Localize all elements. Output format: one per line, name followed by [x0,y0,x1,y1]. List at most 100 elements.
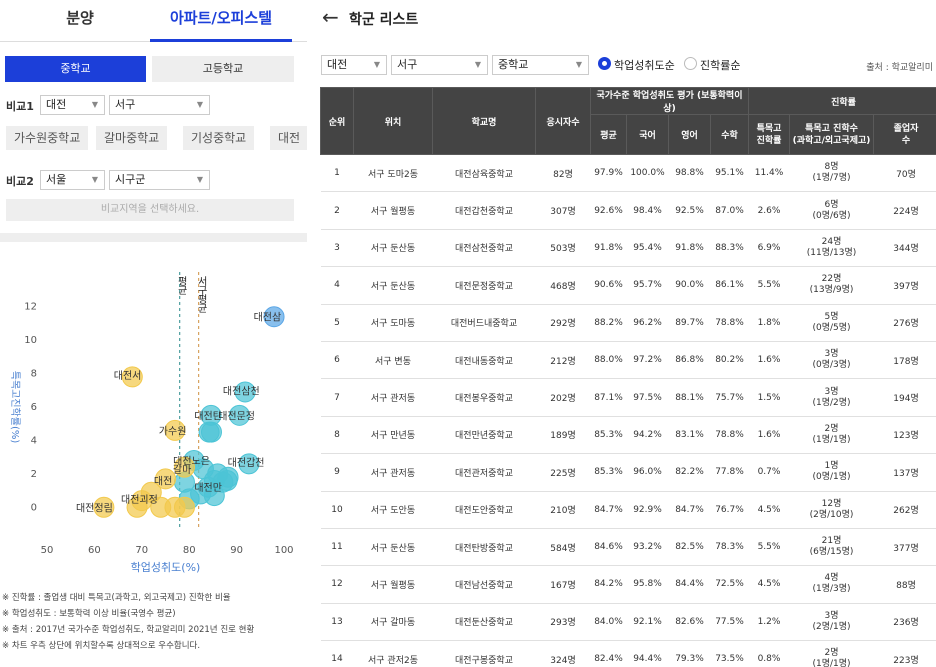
cell-location: 서구 둔산동 [353,229,433,268]
cell-school-name: 대전만년중학교 [432,416,536,455]
table-row[interactable]: 14 서구 관저2동 대전구봉중학교 324명 82.4% 94.4% 79.3% 73.5%… [320,640,936,667]
table-row[interactable]: 3 서구 둔산동 대전삼천중학교 503명 91.8% 95.4% 91.8% 88.3% 6.… [320,229,936,268]
cell-graduates: 70명 [873,154,936,193]
filter-city-select[interactable]: 대전 ▼ [321,55,387,75]
header-takers[interactable]: 응시자수 [535,87,591,155]
tab-apartment-officetel[interactable]: 아파트/오피스텔 [150,0,292,42]
header-special-count[interactable]: 특목고 진학수 (과학고/외고국제고) [789,114,875,155]
cell-rank: 8 [320,416,354,455]
compare2-city-select[interactable]: 서울 ▼ [40,170,105,190]
filter-row: 대전 ▼ 서구 ▼ 중학교 ▼ 학업성취도순 진학률순 출처 : 학교알리미 [307,52,936,78]
cell-special-rate: 1.5% [748,378,790,417]
sort-achievement-radio[interactable] [598,57,611,70]
high-school-button[interactable]: 고등학교 [152,56,294,82]
compare2-label: 비교2 [6,175,34,188]
cell-english: 79.3% [668,640,711,667]
table-row[interactable]: 13 서구 갈마동 대전둔산중학교 293명 84.0% 92.1% 82.6% 77.5% 1… [320,603,936,642]
sort-advancement-radio[interactable] [684,57,697,70]
cell-school-name: 대전삼천중학교 [432,229,536,268]
table-row[interactable]: 7 서구 관저동 대전봉우중학교 202명 87.1% 97.5% 88.1% 75.7% 1.… [320,378,936,417]
cell-english: 83.1% [668,416,711,455]
tab-presale[interactable]: 분양 [30,0,130,42]
school-chip[interactable]: 기성중학교 [183,126,255,150]
note-line: ※ 차트 우측 상단에 위치할수록 상대적으로 우수합니다. [2,641,201,651]
table-row[interactable]: 8 서구 만년동 대전만년중학교 189명 85.3% 94.2% 83.1% 78.8% 1.… [320,416,936,455]
cell-graduates: 276명 [873,304,936,342]
middle-school-button[interactable]: 중학교 [5,56,146,82]
school-chip[interactable]: 대전 [270,126,307,150]
cell-location: 서구 월평동 [353,191,433,230]
table-row[interactable]: 2 서구 월평동 대전갑천중학교 307명 92.6% 98.4% 92.5% 87.0% 2.… [320,191,936,230]
table-row[interactable]: 10 서구 도안동 대전도안중학교 210명 84.7% 92.9% 84.7% 76.7% 4… [320,491,936,529]
special-count-total: 4명 [824,573,839,584]
table-group-header-row: 순위 위치 학교명 응시자수 국가수준 학업성취도 평가 (보통학력이상) 진학… [320,87,936,155]
special-count-breakdown: (0명/5명) [812,322,851,333]
cell-special-count: 24명 (11명/13명) [789,229,874,268]
header-math[interactable]: 수학 [709,114,750,155]
header-english[interactable]: 영어 [668,114,711,155]
sort-achievement-label[interactable]: 학업성취도순 [614,57,675,73]
compare1-school-chips: 가수원중학교 갈마중학교 기성중학교 대전 [0,126,307,152]
header-avg[interactable]: 평균 [590,114,627,155]
table-row[interactable]: 12 서구 월평동 대전남선중학교 167명 84.2% 95.8% 84.4% 72.5% 4… [320,565,936,604]
table-row[interactable]: 5 서구 도마동 대전버드내중학교 292명 88.2% 96.2% 89.7% 78.8% 1… [320,304,936,342]
header-korean[interactable]: 국어 [626,114,669,155]
table-row[interactable]: 9 서구 관저동 대전관저중학교 225명 85.3% 96.0% 82.2% 77.8% 0.… [320,453,936,492]
cell-school-name: 대전둔산중학교 [432,603,536,642]
table-row[interactable]: 4 서구 둔산동 대전문정중학교 468명 90.6% 95.7% 90.0% 86.1% 5.… [320,266,936,305]
header-school-name[interactable]: 학교명 [432,87,536,155]
data-point-label: 가수원 [159,425,187,437]
x-tick-label: 50 [41,545,54,556]
cell-korean: 94.2% [626,416,669,455]
cell-location: 서구 관저동 [353,378,433,417]
cell-school-name: 대전삼육중학교 [432,154,536,193]
select-compare-region-button[interactable]: 비교지역을 선택하세요. [6,199,294,221]
cell-english: 90.0% [668,266,711,305]
cell-english: 82.6% [668,603,711,642]
table-row[interactable]: 1 서구 도마2동 대전삼육중학교 82명 97.9% 100.0% 98.8% 95.1% 1… [320,154,936,193]
cell-graduates: 223명 [873,640,936,667]
cell-math: 87.0% [710,191,749,230]
cell-english: 92.5% [668,191,711,230]
left-panel: 분양 아파트/오피스텔 중학교 고등학교 비교1 대전 ▼ 서구 ▼ 가수원중학교 … [0,0,307,667]
cell-math: 77.5% [710,603,749,642]
cell-location: 서구 만년동 [353,416,433,455]
cell-korean: 96.0% [626,453,669,492]
table-row[interactable]: 11 서구 둔산동 대전탄방중학교 584명 84.6% 93.2% 82.5% 78.3% 5… [320,528,936,567]
cell-rank: 6 [320,341,354,380]
cell-location: 서구 월평동 [353,565,433,604]
cell-rank: 7 [320,378,354,417]
scatter-chart: 50 60 70 80 90 100024681012평균 서구평균대전정림대전괴정대전갈마… [9,272,294,574]
cell-korean: 95.8% [626,565,669,604]
cell-takers: 293명 [535,603,591,642]
cell-english: 82.5% [668,528,711,567]
filter-level-select[interactable]: 중학교 ▼ [492,55,589,75]
compare1-district-select[interactable]: 서구 ▼ [109,95,210,115]
cell-korean: 95.4% [626,229,669,268]
cell-rank: 2 [320,191,354,230]
cell-special-rate: 1.6% [748,416,790,455]
cell-takers: 212명 [535,341,591,380]
data-source: 출처 : 학교알리미 [866,63,933,73]
compare1-city-select[interactable]: 대전 ▼ [40,95,105,115]
top-tabs: 분양 아파트/오피스텔 [0,0,307,42]
sort-advancement-label[interactable]: 진학률순 [700,57,740,73]
data-point-label: 대전노은 [173,455,210,467]
cell-math: 80.2% [710,341,749,380]
header-graduates[interactable]: 졸업자 수 [873,114,936,155]
cell-avg: 82.4% [590,640,627,667]
cell-avg: 88.0% [590,341,627,380]
header-special-rate[interactable]: 특목고 진학률 [748,114,791,155]
data-point [173,496,195,518]
school-chip[interactable]: 가수원중학교 [6,126,89,150]
school-chip[interactable]: 갈마중학교 [96,126,168,150]
compare2-district-select[interactable]: 시구군 ▼ [109,170,210,190]
cell-school-name: 대전남선중학교 [432,565,536,604]
back-arrow-icon[interactable]: ← [322,5,339,29]
filter-district-select[interactable]: 서구 ▼ [391,55,488,75]
table-row[interactable]: 6 서구 변동 대전내동중학교 212명 88.0% 97.2% 86.8% 80.2% 1.6… [320,341,936,380]
header-location[interactable]: 위치 [353,87,433,155]
cell-takers: 167명 [535,565,591,604]
header-rank[interactable]: 순위 [320,87,354,155]
chevron-down-icon: ▼ [91,100,98,109]
